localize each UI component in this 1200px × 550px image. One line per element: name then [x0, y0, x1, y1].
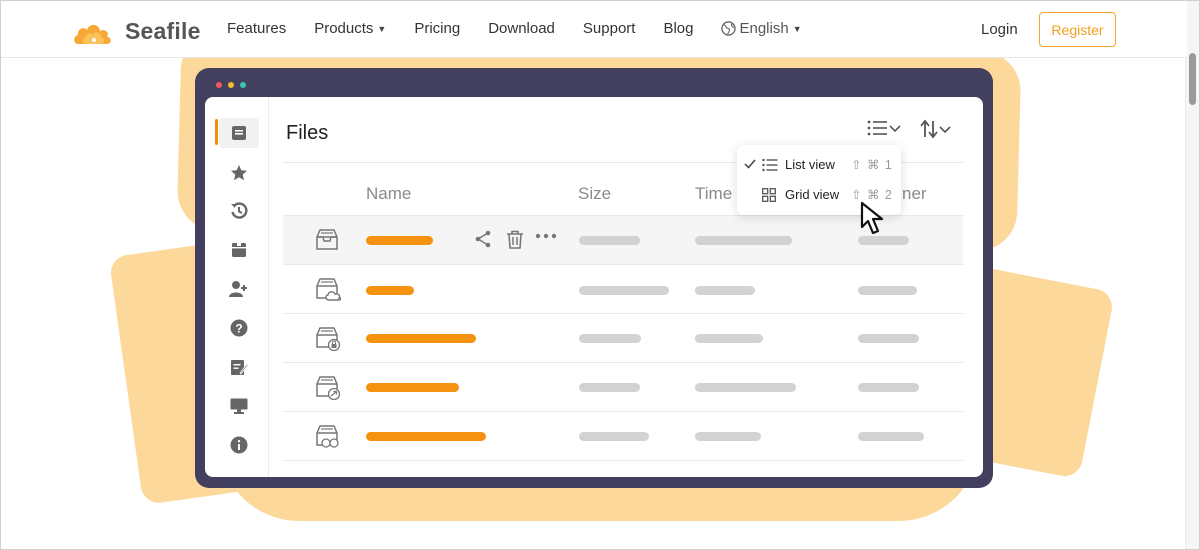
language-label: English	[739, 20, 789, 37]
chevron-down-icon	[889, 125, 901, 133]
sort-icon	[920, 119, 938, 139]
page-title: Files	[286, 122, 329, 144]
nav-blog-label: Blog	[663, 20, 694, 37]
list-icon	[762, 158, 778, 172]
time-placeholder	[695, 432, 761, 441]
brand-name: Seafile	[125, 17, 201, 44]
svg-text:?: ?	[235, 322, 242, 336]
star-icon	[221, 158, 257, 188]
nav-download[interactable]: Download	[488, 20, 555, 37]
share-icon[interactable]	[474, 230, 492, 248]
add-user-icon	[221, 274, 257, 304]
grid-view-label: Grid view	[785, 187, 840, 202]
table-row[interactable]	[283, 314, 963, 362]
globe-icon	[721, 21, 737, 36]
info-icon	[221, 430, 257, 460]
time-placeholder	[695, 286, 755, 295]
chevron-down-icon: ▼	[377, 23, 387, 34]
column-header-size[interactable]: Size	[578, 184, 611, 204]
menu-item-list-view[interactable]: List view ⇧ ⌘ 1	[737, 150, 901, 180]
cloud-logo-icon	[74, 24, 111, 44]
seafile-logo[interactable]: Seafile	[72, 14, 201, 48]
row-divider	[283, 460, 963, 461]
scrollbar-thumb[interactable]	[1189, 53, 1196, 105]
list-view-label: List view	[785, 157, 835, 172]
shared-library-icon	[316, 376, 341, 400]
table-row[interactable]	[283, 363, 963, 411]
language-selector[interactable]: English ▼	[721, 20, 802, 37]
nav-blog[interactable]: Blog	[663, 20, 693, 37]
login-link[interactable]: Login	[981, 21, 1018, 38]
mouse-pointer-icon	[860, 201, 884, 235]
page: Seafile Features Products ▼ Pricing Downl…	[0, 0, 1200, 550]
more-icon[interactable]	[535, 233, 557, 239]
nav-links: Features Products ▼ Pricing Download Supp…	[227, 20, 830, 37]
check-icon	[744, 159, 756, 169]
time-placeholder	[695, 383, 796, 392]
owner-placeholder	[858, 432, 924, 441]
column-header-time[interactable]: Time	[695, 184, 732, 204]
cloud-library-icon	[316, 278, 342, 301]
nav-pricing-label: Pricing	[414, 20, 461, 37]
monitor-icon	[221, 391, 257, 421]
time-placeholder	[695, 236, 792, 245]
locked-library-icon	[316, 327, 341, 351]
edit-icon	[221, 352, 257, 382]
list-icon	[867, 120, 887, 136]
page-scrollbar[interactable]	[1185, 1, 1199, 549]
window-dot-yellow	[228, 82, 234, 88]
owner-placeholder	[858, 334, 919, 343]
history-icon	[221, 196, 257, 226]
size-placeholder	[579, 334, 641, 343]
file-name-placeholder	[366, 383, 459, 392]
owner-placeholder	[858, 236, 909, 245]
file-icon	[219, 118, 259, 148]
sort-button[interactable]	[919, 119, 951, 139]
file-name-placeholder	[366, 286, 414, 295]
table-row[interactable]	[283, 265, 963, 313]
size-placeholder	[579, 236, 640, 245]
app-mockup-frame: ? Files Name Size Time ner	[195, 68, 993, 488]
window-dot-red	[216, 82, 222, 88]
active-indicator	[215, 119, 218, 145]
file-name-placeholder	[366, 236, 433, 245]
group-library-icon	[316, 425, 339, 448]
size-placeholder	[579, 286, 669, 295]
nav-features-label: Features	[227, 20, 287, 37]
archive-icon	[221, 235, 257, 265]
trash-icon[interactable]	[506, 230, 524, 249]
size-placeholder	[579, 383, 640, 392]
time-placeholder	[695, 334, 763, 343]
window-dot-green	[240, 82, 246, 88]
nav-support[interactable]: Support	[583, 20, 636, 37]
column-header-name[interactable]: Name	[366, 184, 411, 204]
size-placeholder	[579, 432, 649, 441]
owner-placeholder	[858, 286, 917, 295]
nav-pricing[interactable]: Pricing	[414, 20, 460, 37]
chevron-down-icon	[939, 126, 951, 134]
file-name-placeholder	[366, 334, 476, 343]
nav-products[interactable]: Products ▼	[314, 20, 386, 37]
nav-features[interactable]: Features	[227, 20, 286, 37]
chevron-down-icon: ▼	[792, 23, 802, 34]
owner-placeholder	[858, 383, 919, 392]
list-view-shortcut: ⇧ ⌘ 1	[851, 158, 893, 172]
view-mode-button[interactable]	[867, 119, 901, 137]
nav-support-label: Support	[582, 20, 636, 37]
table-row[interactable]	[283, 412, 963, 460]
mockup-sidebar: ?	[205, 97, 269, 477]
column-header-owner[interactable]: ner	[902, 184, 927, 204]
help-icon: ?	[221, 313, 257, 343]
nav-download-label: Download	[488, 20, 555, 37]
library-icon	[316, 229, 338, 250]
register-button[interactable]: Register	[1039, 12, 1116, 47]
grid-view-shortcut: ⇧ ⌘ 2	[851, 188, 893, 202]
file-name-placeholder	[366, 432, 486, 441]
nav-products-label: Products	[314, 20, 374, 37]
navbar: Seafile Features Products ▼ Pricing Downl…	[1, 1, 1187, 58]
grid-icon	[762, 188, 776, 202]
